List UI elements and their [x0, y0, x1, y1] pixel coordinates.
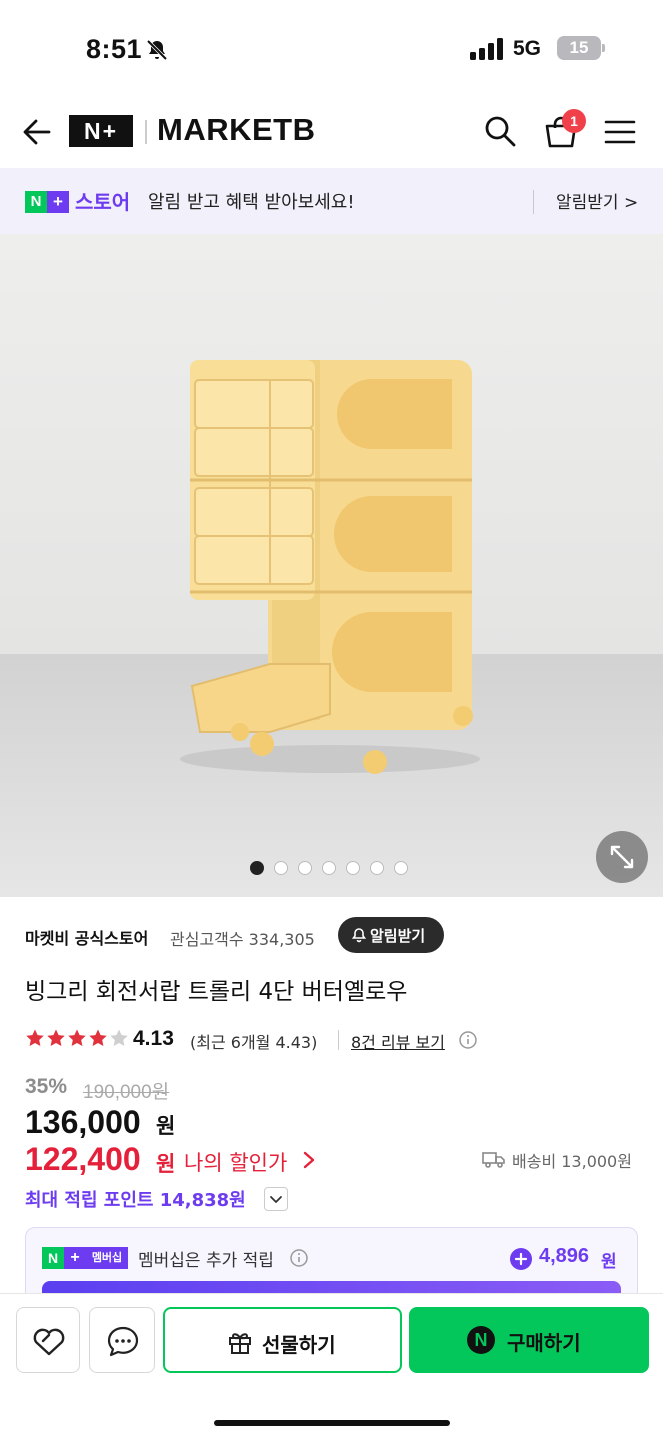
max-points: 최대 적립 포인트 14,838원 [25, 1190, 246, 1211]
banner-divider [533, 190, 534, 214]
membership-badge-plus: + [64, 1247, 86, 1269]
menu-icon[interactable] [604, 118, 636, 146]
chevron-right-icon[interactable] [301, 1150, 317, 1170]
shipping-fee: 배송비 13,000원 [512, 1152, 632, 1171]
review-divider [338, 1030, 339, 1050]
buy-label: 구매하기 [507, 1331, 581, 1355]
bell-icon [351, 928, 367, 943]
network-label: 5G [513, 37, 542, 60]
membership-badge-n: N [42, 1247, 64, 1269]
bell-off-icon [146, 39, 168, 61]
gallery-dots [250, 861, 408, 877]
battery-icon: 15 [557, 36, 601, 60]
info-icon[interactable] [458, 1030, 478, 1050]
plus-glyph [514, 1252, 528, 1266]
product-image[interactable] [0, 234, 663, 897]
chat-button[interactable] [89, 1307, 155, 1373]
banner-message: 알림 받고 혜택 받아보세요! [148, 192, 355, 213]
star-icon [89, 1029, 107, 1046]
original-price: 190,000원 [83, 1082, 170, 1103]
star-icon [110, 1029, 128, 1046]
membership-text: 멤버십은 추가 적립 [138, 1251, 274, 1271]
rating-stars [25, 1028, 129, 1048]
heart-icon [33, 1328, 65, 1356]
rating-value: 4.13 [133, 1027, 174, 1050]
banner-alert-link[interactable]: 알림받기 > [556, 188, 638, 213]
store-name[interactable]: 마켓비 공식스토어 [25, 925, 148, 949]
signal-icon [470, 38, 503, 60]
status-time: 8:51 [86, 34, 143, 64]
membership-points: 4,896 [539, 1245, 590, 1267]
gallery-dot[interactable] [274, 861, 288, 875]
truck-icon [482, 1152, 505, 1168]
badge-plus: + [47, 191, 69, 213]
gift-label: 선물하기 [262, 1333, 336, 1357]
gallery-dot[interactable] [346, 861, 360, 875]
store-brand-logo[interactable]: MARKETB [157, 112, 316, 148]
expand-image-button[interactable] [596, 831, 648, 883]
app-header: N+ MARKETB [0, 100, 663, 166]
home-indicator [214, 1420, 450, 1426]
membership-badge: N + 멤버십 [42, 1247, 128, 1269]
product-title: 빙그리 회전서랍 트롤리 4단 버터옐로우 [25, 979, 408, 1005]
buy-button[interactable]: N 구매하기 [409, 1307, 649, 1373]
gallery-dot[interactable] [394, 861, 408, 875]
expand-icon [610, 845, 634, 869]
gift-icon [229, 1333, 251, 1354]
chevron-down-icon [270, 1196, 282, 1203]
logo-divider [145, 120, 147, 144]
gallery-dot[interactable] [298, 861, 312, 875]
review-link[interactable]: 8건 리뷰 보기 [351, 1029, 445, 1053]
store-label: 스토어 [75, 190, 131, 214]
battery-tip [602, 44, 605, 52]
chat-icon [107, 1326, 139, 1357]
wishlist-button[interactable] [16, 1307, 80, 1373]
naver-pay-icon: N [467, 1326, 495, 1354]
gallery-dot[interactable] [250, 861, 264, 875]
membership-points-unit: 원 [601, 1252, 617, 1272]
my-discount-price[interactable]: 122,400 [25, 1141, 141, 1178]
membership-badge-text: 멤버십 [86, 1247, 128, 1269]
points-expand-button[interactable] [264, 1187, 288, 1211]
search-icon[interactable] [483, 114, 517, 148]
sale-price-unit: 원 [156, 1114, 176, 1138]
sale-price: 136,000 [25, 1104, 141, 1140]
star-icon [47, 1029, 65, 1046]
store-alert-label: 알림받기 [370, 927, 426, 945]
naver-plus-logo[interactable]: N+ [69, 115, 133, 147]
badge-n: N [25, 191, 47, 213]
cart-count-badge: 1 [562, 109, 586, 133]
my-price-label[interactable]: 나의 할인가 [184, 1147, 287, 1177]
gallery-dot[interactable] [370, 861, 384, 875]
fans-count: 관심고객수 334,305 [170, 930, 315, 949]
recent-rating: (최근 6개월 4.43) [190, 1033, 318, 1052]
my-price-unit: 원 [156, 1152, 176, 1176]
store-alert-button[interactable]: 알림받기 [338, 917, 444, 953]
discount-rate: 35% [25, 1075, 68, 1098]
info-icon[interactable] [289, 1248, 309, 1268]
naver-plus-badge: N + [25, 191, 69, 213]
product-photo [0, 234, 663, 897]
plus-icon [510, 1248, 532, 1270]
star-icon [68, 1029, 86, 1046]
star-icon [26, 1029, 44, 1046]
back-arrow-icon[interactable] [20, 115, 54, 149]
gallery-dot[interactable] [322, 861, 336, 875]
status-bar: 8:51 5G 15 [0, 0, 663, 96]
gift-button[interactable]: 선물하기 [163, 1307, 402, 1373]
